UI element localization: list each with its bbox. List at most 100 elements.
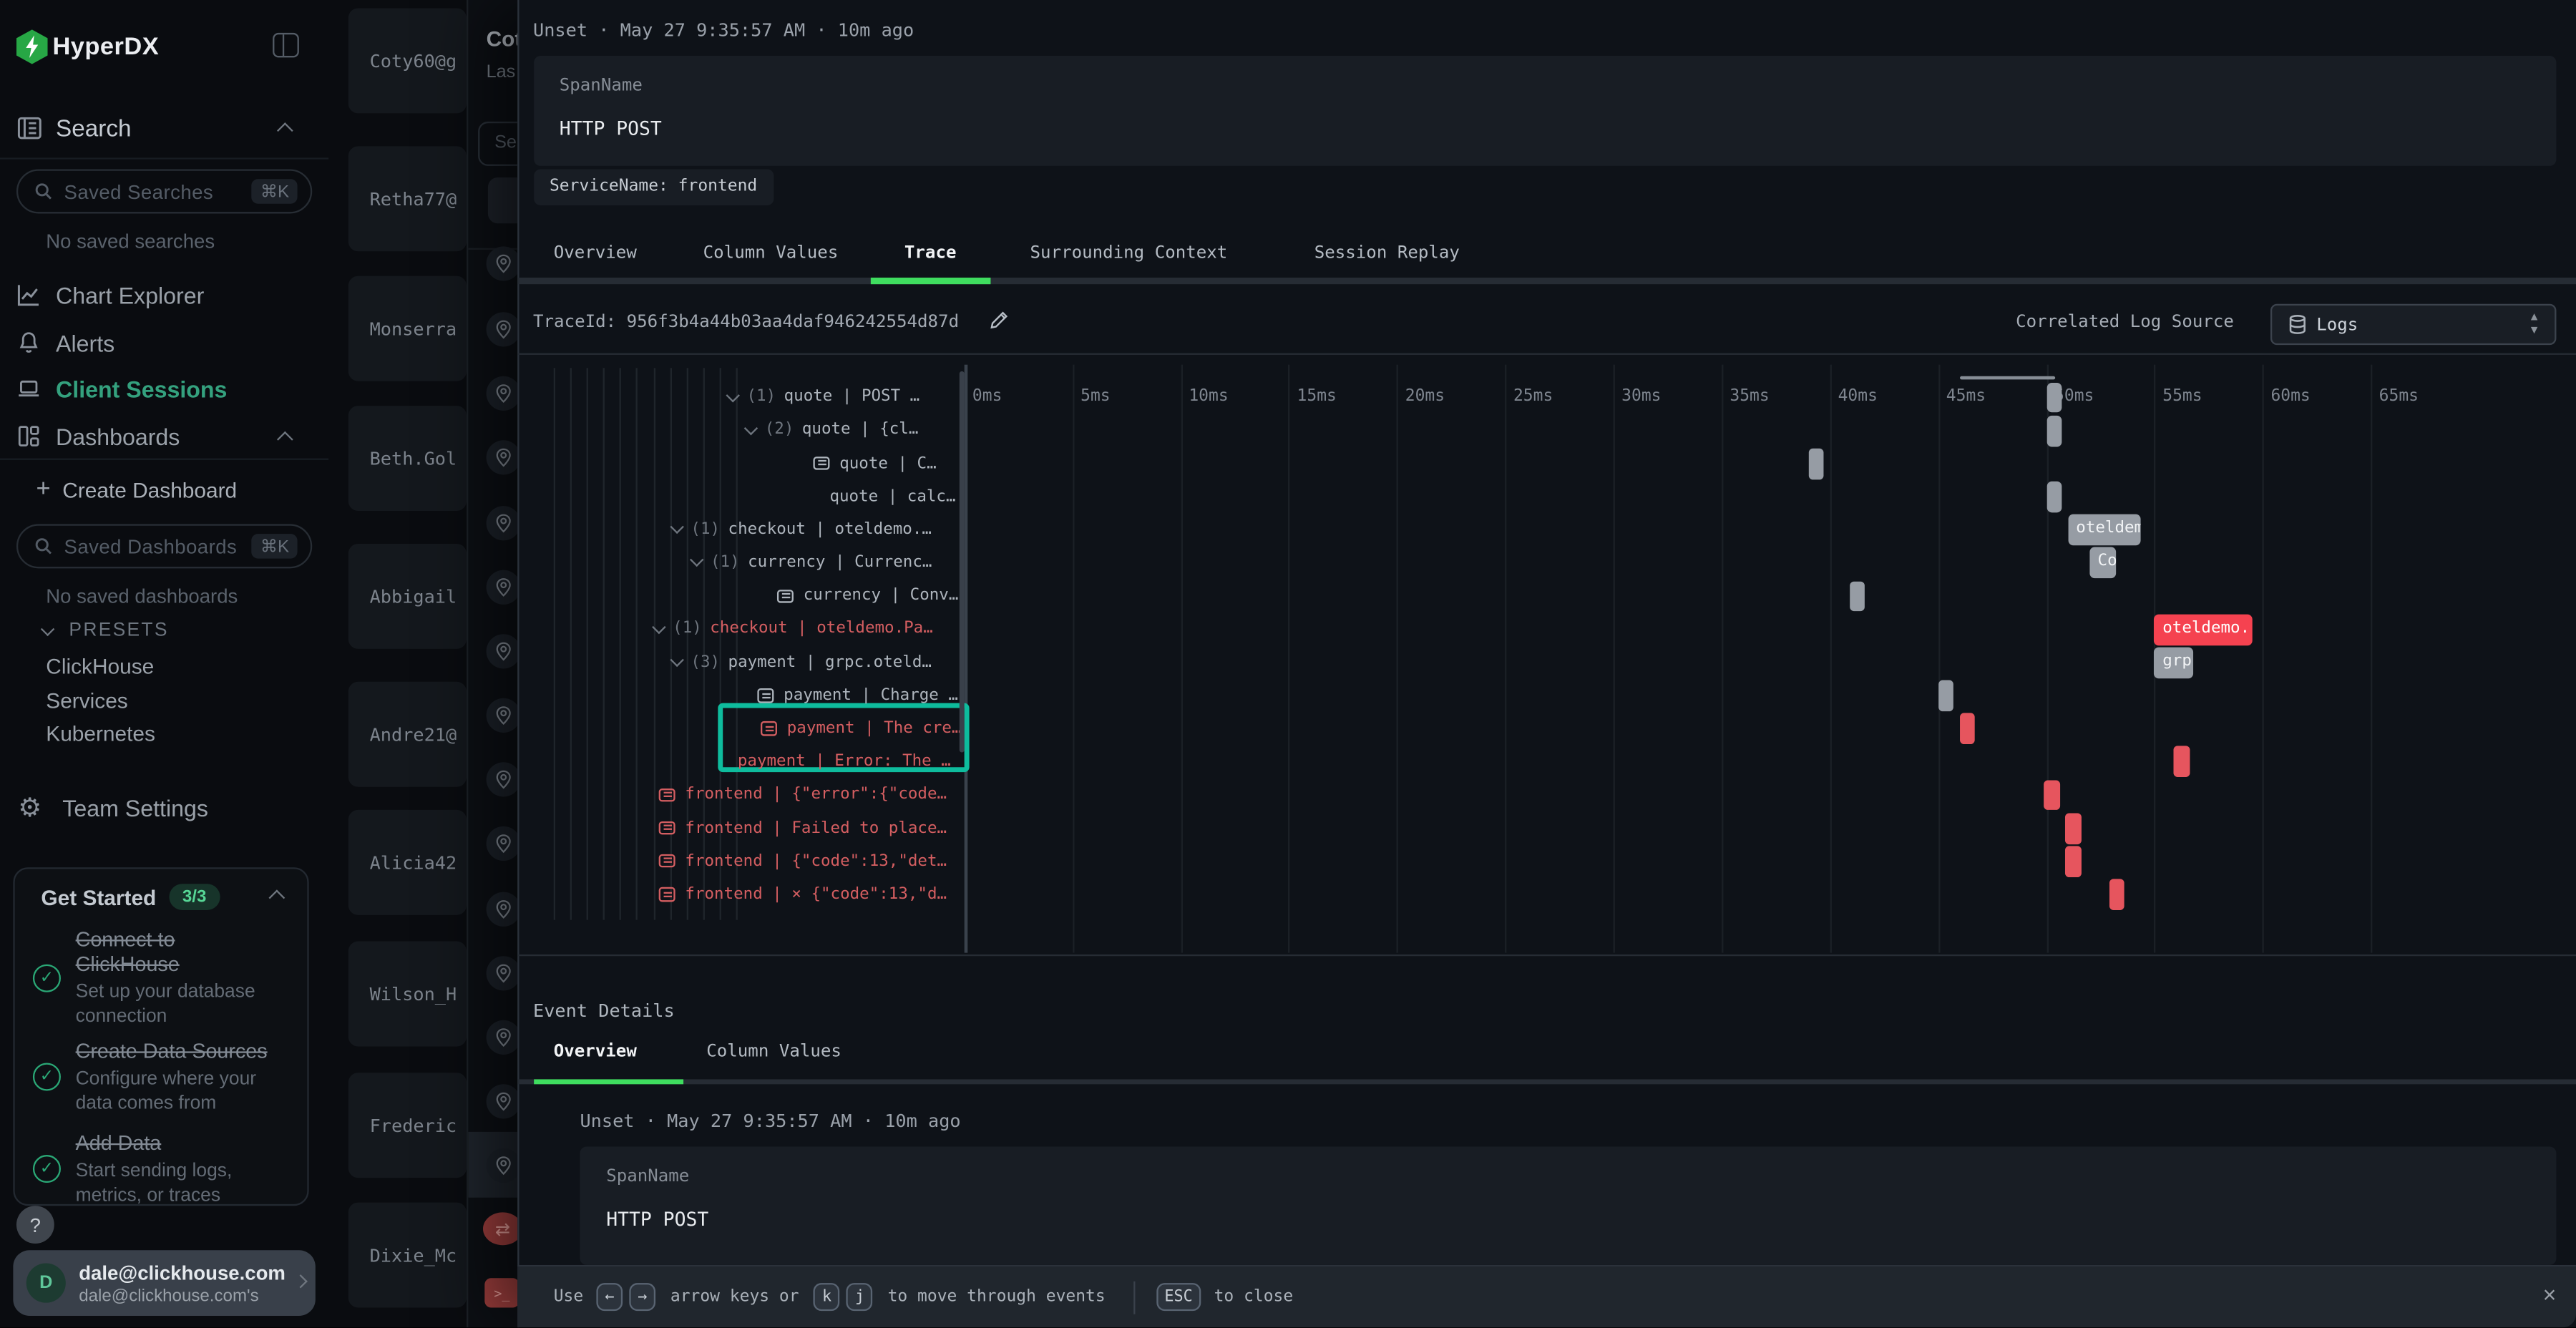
span-bar[interactable]: grp	[2155, 647, 2193, 678]
trace-tree-row[interactable]: (1)quote | POST …	[728, 382, 919, 413]
chevron-up-icon[interactable]	[268, 889, 285, 906]
location-pin-icon[interactable]	[485, 570, 517, 604]
log-source-select[interactable]: Logs ▲▼	[2270, 303, 2556, 344]
trace-tree-row[interactable]: frontend | Failed to place…	[659, 813, 947, 844]
location-pin-icon[interactable]	[485, 505, 517, 540]
exchange-arrows-icon[interactable]: ⇄	[483, 1212, 517, 1245]
trace-tree-row[interactable]: frontend | {"code":13,"det…	[659, 846, 947, 877]
trace-tree-row[interactable]: (1)checkout | oteldemo.…	[672, 514, 932, 545]
event-details-tab-overview[interactable]: Overview	[554, 1042, 637, 1062]
trace-tree-row[interactable]: currency | Conv…	[777, 581, 958, 612]
sidebar-item-dashboards[interactable]: Dashboards	[0, 417, 328, 456]
saved-dashboards-input[interactable]: Saved Dashboards ⌘K	[16, 524, 312, 568]
location-pin-icon[interactable]	[485, 311, 517, 346]
log-marker-error[interactable]	[1960, 713, 1976, 744]
trace-tree-row[interactable]: frontend | × {"code":13,"d…	[659, 879, 947, 909]
session-list-item[interactable]: Frederic	[348, 1073, 467, 1178]
span-bar[interactable]	[2046, 382, 2062, 413]
location-pin-icon[interactable]	[485, 245, 517, 280]
sidebar-item-team-settings[interactable]: Team Settings	[62, 795, 208, 821]
sidebar-item-alerts[interactable]: Alerts	[0, 323, 328, 363]
location-pin-icon[interactable]	[485, 633, 517, 668]
location-pin-icon[interactable]	[485, 376, 517, 410]
span-bar[interactable]	[2046, 415, 2062, 446]
chevron-down-icon[interactable]	[41, 622, 54, 636]
chevron-down-icon[interactable]	[670, 653, 683, 666]
chevron-down-icon[interactable]	[726, 389, 738, 401]
log-marker[interactable]	[1938, 680, 1953, 711]
location-pin-icon[interactable]	[485, 955, 517, 990]
log-marker[interactable]	[1808, 449, 1824, 479]
location-pin-icon[interactable]	[485, 1020, 517, 1054]
session-list-item[interactable]: Beth.Gol	[348, 406, 467, 511]
session-list-item[interactable]: Abbigail	[348, 544, 467, 649]
tab-overview[interactable]: Overview	[554, 243, 637, 263]
sidebar-item-search[interactable]: Search	[56, 116, 132, 142]
create-dashboard-button[interactable]: Create Dashboard	[62, 477, 237, 502]
chevron-down-icon[interactable]	[690, 554, 703, 567]
log-marker-error[interactable]	[2174, 746, 2190, 777]
saved-searches-input[interactable]: Saved Searches ⌘K	[16, 169, 312, 213]
location-pin-icon[interactable]	[485, 439, 517, 474]
sidebar-item-chart-explorer[interactable]: Chart Explorer	[0, 276, 328, 316]
edit-pencil-icon[interactable]	[987, 309, 1010, 332]
chevron-down-icon[interactable]	[744, 421, 757, 434]
service-name-chip[interactable]: ServiceName: frontend	[533, 169, 774, 205]
span-bar[interactable]: Co	[2089, 548, 2115, 579]
hyperdx-logo-icon[interactable]	[16, 29, 48, 64]
session-search-input[interactable]: Se	[478, 122, 517, 166]
preset-item-services[interactable]: Services	[46, 688, 127, 712]
session-list-item[interactable]: Andre21@	[348, 682, 467, 787]
tab-session-replay[interactable]: Session Replay	[1314, 243, 1460, 263]
trace-tree-row[interactable]: payment | Charge …	[757, 680, 957, 711]
close-icon[interactable]: ×	[2543, 1281, 2557, 1308]
event-details-tab-column-values[interactable]: Column Values	[706, 1042, 841, 1062]
log-marker[interactable]	[1849, 581, 1865, 612]
trace-tree-row[interactable]: (1)checkout | oteldemo.Pa…	[654, 614, 933, 645]
user-menu[interactable]: D dale@clickhouse.com dale@clickhouse.co…	[13, 1250, 315, 1316]
trace-tree-row[interactable]: (1)currency | Currenc…	[692, 547, 932, 578]
trace-tree-row[interactable]: (3)payment | grpc.oteld…	[672, 647, 932, 678]
session-action-button[interactable]	[488, 177, 517, 223]
log-marker-error[interactable]	[2109, 879, 2124, 910]
tree-scrollbar-thumb[interactable]	[959, 371, 964, 753]
span-bar[interactable]: oteldemo.	[2068, 514, 2142, 545]
trace-tree-row[interactable]: payment | The cre…	[761, 713, 961, 744]
location-pin-icon[interactable]	[485, 1083, 517, 1118]
session-list-item[interactable]: Retha77@	[348, 146, 467, 251]
session-list-item[interactable]: Monserra	[348, 276, 467, 381]
tab-surrounding-context[interactable]: Surrounding Context	[1030, 243, 1228, 263]
session-list-item[interactable]: Wilson_H	[348, 942, 467, 1047]
log-marker-error[interactable]	[2044, 780, 2060, 811]
location-pin-icon[interactable]	[485, 826, 517, 860]
chevron-up-icon[interactable]	[277, 431, 293, 448]
preset-item-kubernetes[interactable]: Kubernetes	[46, 721, 155, 746]
tab-trace[interactable]: Trace	[904, 243, 957, 263]
location-pin-icon[interactable]	[485, 892, 517, 926]
location-pin-icon[interactable]	[485, 761, 517, 796]
trace-tree-row[interactable]: quote | calc…	[829, 482, 955, 512]
location-pin-icon[interactable]	[485, 698, 517, 732]
trace-tree-row[interactable]: frontend | {"error":{"code…	[659, 779, 947, 810]
trace-tree-row[interactable]: quote | C…	[813, 448, 936, 479]
tab-column-values[interactable]: Column Values	[703, 243, 839, 263]
log-marker-error[interactable]	[2066, 813, 2082, 844]
log-marker-error[interactable]	[2066, 846, 2082, 877]
terminal-icon[interactable]: >_	[484, 1278, 517, 1307]
session-list-item[interactable]: Alicia42	[348, 810, 467, 915]
preset-item-clickhouse[interactable]: ClickHouse	[46, 654, 154, 678]
sidebar-item-client-sessions[interactable]: Client Sessions	[0, 370, 328, 409]
help-button[interactable]: ?	[16, 1206, 54, 1244]
presets-header[interactable]: PRESETS	[69, 621, 168, 641]
session-list-item[interactable]: Dixie_Mc	[348, 1203, 467, 1308]
horizontal-scrollbar-thumb[interactable]	[1960, 376, 2055, 380]
session-list-item[interactable]: Coty60@g	[348, 8, 467, 113]
span-bar-error[interactable]: oteldemo.	[2155, 614, 2252, 645]
trace-tree-row[interactable]: payment | Error: The …	[738, 746, 951, 777]
chevron-up-icon[interactable]	[277, 122, 293, 139]
chevron-down-icon[interactable]	[652, 620, 665, 633]
span-bar[interactable]	[2046, 482, 2062, 512]
trace-tree-row[interactable]: (2)quote | {cl…	[746, 415, 918, 446]
collapse-sidebar-icon[interactable]	[273, 33, 299, 57]
chevron-down-icon[interactable]	[670, 521, 683, 534]
